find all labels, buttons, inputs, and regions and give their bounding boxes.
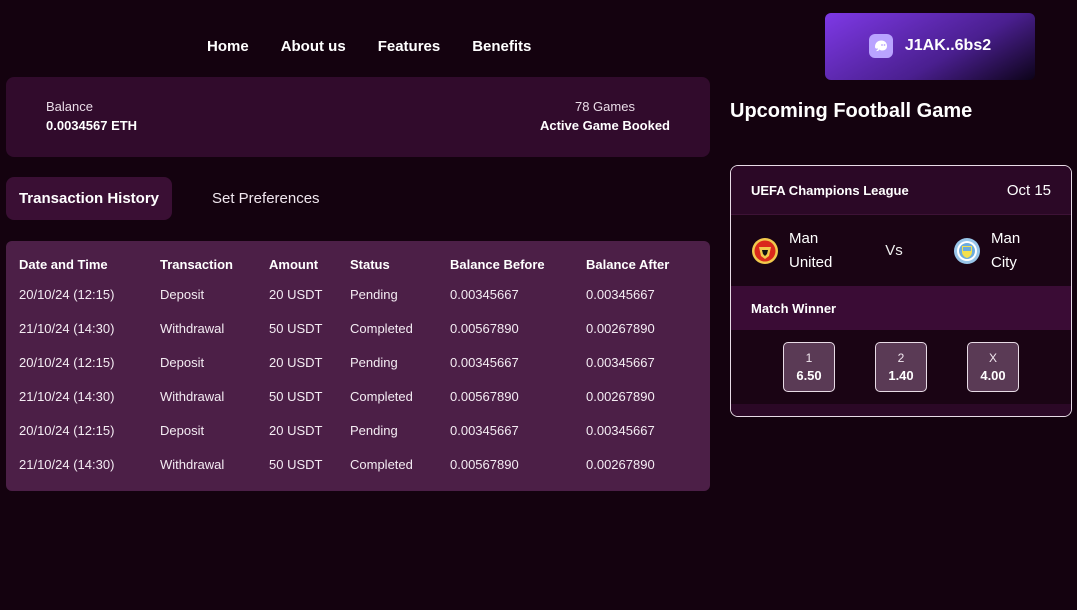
man-city-crest-icon	[953, 237, 981, 265]
balance-block: Balance 0.0034567 ETH	[46, 99, 137, 133]
cell-balance-before: 0.00345667	[450, 286, 519, 302]
main-nav: Home About us Features Benefits	[207, 38, 531, 55]
game-card-footer	[731, 404, 1071, 416]
table-row: 21/10/24 (14:30) Withdrawal 50 USDT Comp…	[19, 379, 706, 413]
header-transaction: Transaction	[160, 256, 233, 272]
nav-benefits-link[interactable]: Benefits	[472, 38, 531, 55]
odds-value: 4.00	[980, 368, 1006, 383]
odds-value: 1.40	[888, 368, 914, 383]
table-row: 21/10/24 (14:30) Withdrawal 50 USDT Comp…	[19, 447, 706, 481]
cell-amount: 50 USDT	[269, 388, 323, 404]
game-header: UEFA Champions League Oct 15	[731, 166, 1071, 214]
away-team: Man City	[953, 227, 1051, 275]
cell-date: 20/10/24 (12:15)	[19, 354, 115, 370]
game-card: UEFA Champions League Oct 15 Man United …	[730, 165, 1072, 417]
home-team-name-line2: United	[789, 253, 833, 271]
vs-label: Vs	[885, 242, 903, 259]
cell-balance-after: 0.00267890	[586, 456, 655, 472]
table-row: 20/10/24 (12:15) Deposit 20 USDT Pending…	[19, 413, 706, 447]
cell-date: 20/10/24 (12:15)	[19, 422, 115, 438]
home-team: Man United	[751, 227, 849, 275]
league-name: UEFA Champions League	[751, 182, 909, 198]
cell-transaction: Withdrawal	[160, 456, 225, 472]
cell-amount: 20 USDT	[269, 286, 323, 302]
market-title: Match Winner	[731, 286, 1071, 330]
odds-label: 1	[805, 351, 813, 365]
nav-about-link[interactable]: About us	[281, 38, 346, 55]
odds-button-home[interactable]: 1 6.50	[783, 342, 835, 392]
cell-amount: 20 USDT	[269, 354, 323, 370]
cell-status: Completed	[350, 388, 413, 404]
cell-transaction: Deposit	[160, 422, 205, 438]
home-team-name-line1: Man	[789, 229, 819, 247]
game-date: Oct 15	[1006, 181, 1051, 199]
table-row: 21/10/24 (14:30) Withdrawal 50 USDT Comp…	[19, 311, 706, 345]
cell-transaction: Withdrawal	[160, 388, 225, 404]
balance-label: Balance	[46, 99, 93, 114]
cell-transaction: Deposit	[160, 286, 205, 302]
tab-transaction-history[interactable]: Transaction History	[6, 177, 172, 220]
header-amount: Amount	[269, 256, 319, 272]
odds-value: 6.50	[796, 368, 822, 383]
transaction-table: Date and Time Transaction Amount Status …	[19, 251, 706, 481]
cell-balance-before: 0.00567890	[450, 320, 519, 336]
cell-date: 21/10/24 (14:30)	[19, 456, 115, 472]
man-united-crest-icon	[751, 237, 779, 265]
cell-balance-before: 0.00567890	[450, 388, 519, 404]
cell-status: Completed	[350, 320, 413, 336]
cell-balance-after: 0.00267890	[586, 320, 655, 336]
nav-home-link[interactable]: Home	[207, 38, 249, 55]
games-count: 78 Games	[574, 99, 635, 114]
cell-status: Pending	[350, 286, 398, 302]
cell-amount: 20 USDT	[269, 422, 323, 438]
teams-row: Man United Vs Man City	[731, 214, 1071, 286]
table-header-row: Date and Time Transaction Amount Status …	[19, 251, 706, 277]
upcoming-title: Upcoming Football Game	[730, 100, 973, 122]
cell-transaction: Deposit	[160, 354, 205, 370]
odds-button-away[interactable]: 2 1.40	[875, 342, 927, 392]
ghost-icon	[868, 33, 893, 58]
cell-balance-before: 0.00345667	[450, 422, 519, 438]
nav-features-link[interactable]: Features	[378, 38, 441, 55]
tab-set-preferences[interactable]: Set Preferences	[212, 177, 320, 220]
cell-status: Pending	[350, 422, 398, 438]
cell-balance-after: 0.00345667	[586, 286, 655, 302]
away-team-name-line2: City	[991, 253, 1017, 271]
cell-date: 21/10/24 (14:30)	[19, 320, 115, 336]
cell-balance-after: 0.00267890	[586, 388, 655, 404]
balance-card: Balance 0.0034567 ETH 78 Games Active Ga…	[6, 77, 710, 157]
cell-amount: 50 USDT	[269, 320, 323, 336]
header-status: Status	[350, 256, 390, 272]
table-row: 20/10/24 (12:15) Deposit 20 USDT Pending…	[19, 277, 706, 311]
cell-date: 21/10/24 (14:30)	[19, 388, 115, 404]
cell-status: Completed	[350, 456, 413, 472]
cell-amount: 50 USDT	[269, 456, 323, 472]
odds-label: 2	[897, 351, 905, 365]
cell-balance-before: 0.00567890	[450, 456, 519, 472]
odds-button-draw[interactable]: X 4.00	[967, 342, 1019, 392]
cell-balance-after: 0.00345667	[586, 422, 655, 438]
balance-value: 0.0034567 ETH	[46, 118, 138, 133]
wallet-address: J1AK..6bs2	[904, 36, 992, 54]
header-date: Date and Time	[19, 256, 108, 272]
header-balance-before: Balance Before	[450, 256, 545, 272]
cell-date: 20/10/24 (12:15)	[19, 286, 115, 302]
cell-balance-after: 0.00345667	[586, 354, 655, 370]
odds-label: X	[988, 351, 997, 365]
odds-row: 1 6.50 2 1.40 X 4.00	[731, 330, 1071, 404]
transaction-table-card: Date and Time Transaction Amount Status …	[6, 241, 710, 491]
table-row: 20/10/24 (12:15) Deposit 20 USDT Pending…	[19, 345, 706, 379]
header-balance-after: Balance After	[586, 256, 670, 272]
wallet-button[interactable]: J1AK..6bs2	[825, 13, 1035, 80]
cell-transaction: Withdrawal	[160, 320, 225, 336]
games-label: Active Game Booked	[539, 118, 670, 133]
cell-status: Pending	[350, 354, 398, 370]
games-block: 78 Games Active Game Booked	[540, 99, 670, 133]
cell-balance-before: 0.00345667	[450, 354, 519, 370]
away-team-name-line1: Man	[991, 229, 1021, 247]
